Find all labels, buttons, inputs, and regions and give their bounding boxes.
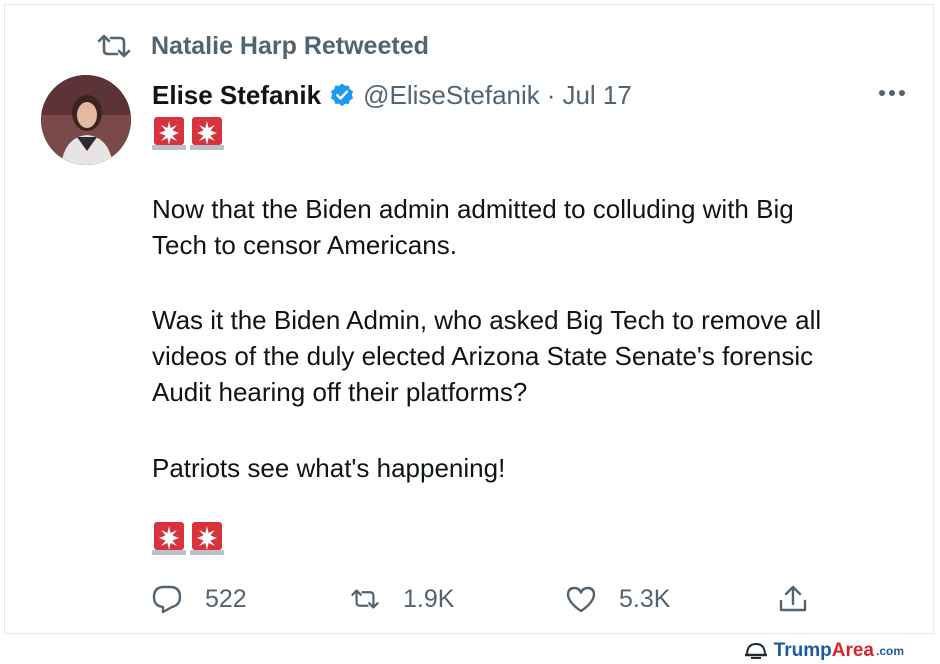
share-icon bbox=[779, 585, 807, 612]
like-icon bbox=[566, 586, 596, 613]
reply-count: 522 bbox=[205, 584, 247, 613]
verified-badge-icon bbox=[331, 83, 354, 107]
watermark-part-1: Trump bbox=[773, 640, 832, 661]
avatar[interactable] bbox=[41, 75, 131, 165]
retweet-icon bbox=[351, 589, 379, 609]
reply-icon bbox=[152, 585, 182, 614]
user-handle[interactable]: @EliseStefanik bbox=[363, 80, 540, 111]
separator-dot: · bbox=[546, 79, 556, 110]
tweet-card[interactable]: Natalie Harp Retweeted Elise Stefanik @E… bbox=[4, 4, 934, 634]
watermark-part-2: Area bbox=[831, 640, 874, 661]
watermark: Trump Area .com bbox=[744, 640, 904, 662]
siren-icon bbox=[190, 522, 224, 555]
emoji-row-bottom bbox=[152, 520, 224, 556]
retweet-count: 1.9K bbox=[403, 584, 455, 613]
tweet-paragraph-2: Was it the Biden Admin, who asked Big Te… bbox=[152, 302, 821, 410]
tweet-header: Elise Stefanik @EliseStefanik · Jul 17 bbox=[152, 77, 632, 113]
tweet-line: Was it the Biden Admin, who asked Big Te… bbox=[152, 305, 822, 335]
avatar-image bbox=[41, 75, 131, 165]
tweet-line: videos of the duly elected Arizona State… bbox=[152, 341, 814, 371]
siren-icon bbox=[152, 117, 186, 150]
more-options-icon[interactable] bbox=[877, 85, 907, 101]
retweet-icon bbox=[97, 34, 131, 58]
siren-icon bbox=[152, 522, 186, 555]
retweet-context[interactable]: Natalie Harp Retweeted bbox=[95, 29, 429, 63]
tweet-paragraph-3: Patriots see what's happening! bbox=[152, 450, 505, 486]
tweet-line: Audit hearing off their platforms? bbox=[152, 377, 528, 407]
siren-icon bbox=[190, 117, 224, 150]
share-button[interactable] bbox=[777, 579, 831, 619]
tweet-date[interactable]: Jul 17 bbox=[562, 80, 631, 111]
emoji-row-top bbox=[152, 115, 224, 151]
tweet-line: Now that the Biden admin admitted to col… bbox=[152, 194, 794, 224]
reply-button[interactable]: 522 bbox=[151, 579, 247, 619]
tweet-line: Patriots see what's happening! bbox=[152, 453, 506, 483]
tweet-paragraph-1: Now that the Biden admin admitted to col… bbox=[152, 191, 794, 263]
tweet-line: Tech to censor Americans. bbox=[152, 230, 457, 260]
like-button[interactable]: 5.3K bbox=[565, 579, 670, 619]
display-name[interactable]: Elise Stefanik bbox=[152, 80, 321, 111]
retweeted-by-label[interactable]: Natalie Harp Retweeted bbox=[151, 32, 429, 61]
retweet-button[interactable]: 1.9K bbox=[349, 579, 454, 619]
helmet-icon bbox=[744, 642, 767, 659]
like-count: 5.3K bbox=[619, 584, 671, 613]
watermark-part-3: .com bbox=[875, 644, 904, 658]
